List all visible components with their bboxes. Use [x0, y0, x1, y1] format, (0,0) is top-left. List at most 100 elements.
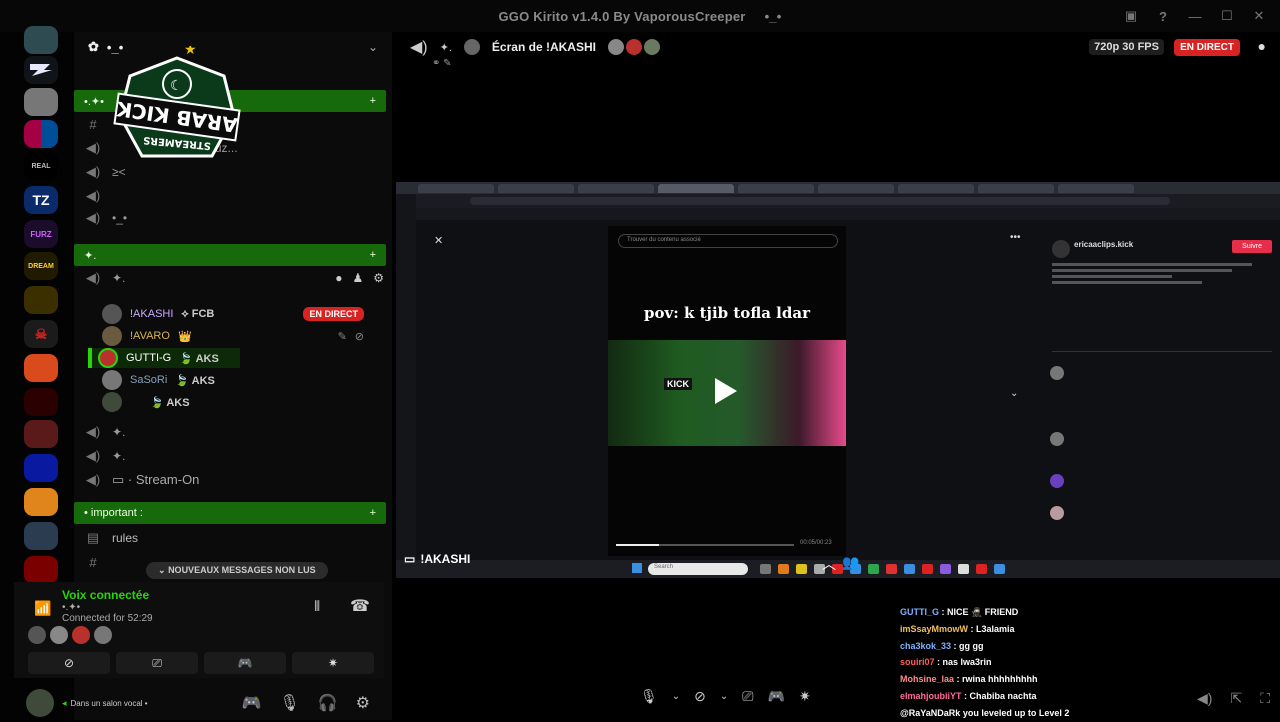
server-icon-3[interactable]	[24, 88, 58, 116]
category-bar-2[interactable]: ✦. +	[74, 244, 386, 266]
speaker-icon: ◀)	[85, 270, 101, 285]
disconnect-icon[interactable]: ☎	[350, 596, 370, 616]
browser-tab	[738, 183, 814, 193]
user-avatar[interactable]	[26, 689, 54, 717]
channel-label: ✦.	[112, 271, 126, 285]
close-icon[interactable]: ✕	[1246, 6, 1272, 26]
plus-icon[interactable]: +	[370, 507, 376, 519]
activities-button[interactable]: 🎮	[204, 652, 286, 674]
server-icon-17[interactable]	[24, 556, 58, 584]
start-icon	[632, 563, 642, 573]
participants-icon[interactable]: 👥	[842, 554, 859, 571]
pencil-icon[interactable]: ⚭ ✎	[432, 58, 452, 69]
channel-item[interactable]: #	[84, 114, 112, 134]
chevron-down-icon[interactable]: ⌄	[368, 40, 378, 54]
maximize-icon[interactable]: ☐	[1214, 6, 1240, 26]
gamepad-off-icon[interactable]: 🎮	[242, 693, 262, 713]
server-icon-7[interactable]: FURZ	[24, 220, 58, 248]
channel-item[interactable]: ◀)	[84, 186, 112, 206]
chat-message: imSsayMmowW : L3alamia	[900, 623, 1015, 634]
mic-options-chevron-icon[interactable]: ⌄	[672, 691, 680, 702]
channel-item[interactable]: #	[84, 552, 112, 572]
server-icon-1[interactable]	[24, 26, 58, 54]
category-label: ✦.	[84, 249, 97, 262]
close-icon: ✕	[434, 235, 444, 247]
settings-icon[interactable]: ⚙	[373, 271, 384, 285]
browser-tab	[578, 183, 654, 193]
server-icon-9[interactable]	[24, 286, 58, 314]
channel-label: ✦.	[112, 425, 126, 439]
gamepad-icon[interactable]: 🎮	[768, 688, 785, 705]
help-icon[interactable]: ?	[1150, 6, 1176, 26]
view-controls: ◀) ⇱ ⛶	[1197, 690, 1270, 707]
window-controls: ▣ ? — ☐ ✕	[1118, 6, 1272, 26]
member-tag: ⟡ FCB	[181, 307, 215, 320]
channel-item[interactable]: ◀) ✦.	[84, 446, 126, 466]
inbox-icon[interactable]: ▣	[1118, 6, 1144, 26]
fullscreen-icon[interactable]: ⛶	[1260, 690, 1270, 707]
server-icon-4[interactable]	[24, 120, 58, 148]
add-member-icon[interactable]: ♟	[352, 271, 363, 285]
soundboard-button[interactable]: ✷	[292, 652, 374, 674]
live-badge: EN DIRECT	[1174, 39, 1240, 56]
volume-icon[interactable]: ◀)	[1197, 690, 1212, 707]
camera-options-chevron-icon[interactable]: ⌄	[720, 691, 728, 702]
share-screen-button[interactable]: ⎚	[116, 652, 198, 674]
speaker-icon: ◀)	[85, 210, 101, 225]
server-icon-6[interactable]: TZ	[24, 186, 58, 214]
headphones-icon[interactable]: 🎧	[318, 693, 338, 713]
user-settings-icon[interactable]: ⚙	[356, 693, 370, 713]
server-icon-13[interactable]	[24, 420, 58, 448]
shared-screen[interactable]: ✕ Trouver du contenu associé pov: k tjib…	[396, 182, 1280, 578]
soundboard-icon[interactable]: ⦀	[314, 598, 320, 615]
os-taskbar: Search	[396, 560, 1280, 578]
url-field	[470, 197, 1170, 205]
soundboard-icon[interactable]: ✷	[799, 688, 811, 705]
microphone-icon[interactable]: 🎙	[640, 688, 658, 705]
channel-item[interactable]: ◀) •_•	[84, 208, 127, 228]
voice-member[interactable]: !AKASHI ⟡ FCB EN DIRECT	[102, 304, 364, 324]
voice-member[interactable]: SaSoRi 🍃 AKS	[102, 370, 215, 390]
minimize-icon[interactable]: —	[1182, 6, 1208, 26]
channel-item[interactable]: ◀) ▭ · Stream-On	[84, 470, 200, 490]
speaker-icon: ◀)	[85, 424, 101, 439]
voice-member[interactable]: 🍃 AKS	[102, 392, 190, 412]
chat-icon[interactable]: ●	[335, 271, 342, 285]
user-status: Dans un salon vocal •	[70, 698, 148, 708]
server-icon-15[interactable]	[24, 488, 58, 516]
chat-user: imSsayMmowW	[900, 623, 969, 634]
avatar	[607, 39, 624, 55]
plus-icon[interactable]: +	[370, 95, 376, 107]
server-icon-12[interactable]	[24, 388, 58, 416]
voice-member-speaking[interactable]: GUTTI-G 🍃 AKS	[88, 348, 240, 368]
chat-bubble-icon[interactable]: ●	[1258, 38, 1266, 54]
camera-off-icon[interactable]: ⊘	[694, 688, 706, 705]
server-icon-5[interactable]: REAL	[24, 152, 58, 180]
category-bar-3[interactable]: • important : +	[74, 502, 386, 524]
server-icon-2[interactable]	[24, 56, 58, 84]
toggle-camera-button[interactable]: ⊘	[28, 652, 110, 674]
channel-item-rules[interactable]: ▤ rules	[84, 528, 138, 548]
voice-server: •.✦•	[62, 602, 81, 613]
screen-share-icon[interactable]: ⎚	[742, 688, 753, 705]
chat-text: rwina hhhhhhhhh	[962, 674, 1038, 685]
voice-member[interactable]: !AVARO 👑 ✎ ⊘	[102, 326, 364, 346]
server-icon-11[interactable]	[24, 354, 58, 382]
unread-messages-pill[interactable]: ⌄ NOUVEAUX MESSAGES NON LUS	[146, 562, 328, 579]
channel-label: ▭ · Stream-On	[112, 472, 200, 487]
chevron-up-icon[interactable]: ︿	[822, 554, 836, 574]
voice-channel-active[interactable]: ◀) ✦. ● ♟ ⚙	[84, 268, 384, 288]
plus-icon[interactable]: +	[370, 249, 376, 261]
server-icon-8[interactable]: DREAM	[24, 252, 58, 280]
channel-item[interactable]: ◀) ✦.	[84, 422, 126, 442]
svg-text:★: ★	[184, 46, 197, 58]
server-icon-14[interactable]	[24, 454, 58, 482]
video-progress	[616, 544, 794, 546]
popout-icon[interactable]: ⇱	[1230, 690, 1242, 707]
server-icon-10[interactable]: ☠	[24, 320, 58, 348]
arab-kick-streamers-logo: ★ ☾ ARAB KICK STREAMERS	[113, 46, 241, 158]
microphone-icon[interactable]: 🎙	[279, 693, 299, 713]
chat-message: GUTTI_G : NICE 🥷🏻 FRIEND	[900, 607, 1019, 617]
member-tag: 👑	[177, 330, 192, 343]
server-icon-16[interactable]	[24, 522, 58, 550]
